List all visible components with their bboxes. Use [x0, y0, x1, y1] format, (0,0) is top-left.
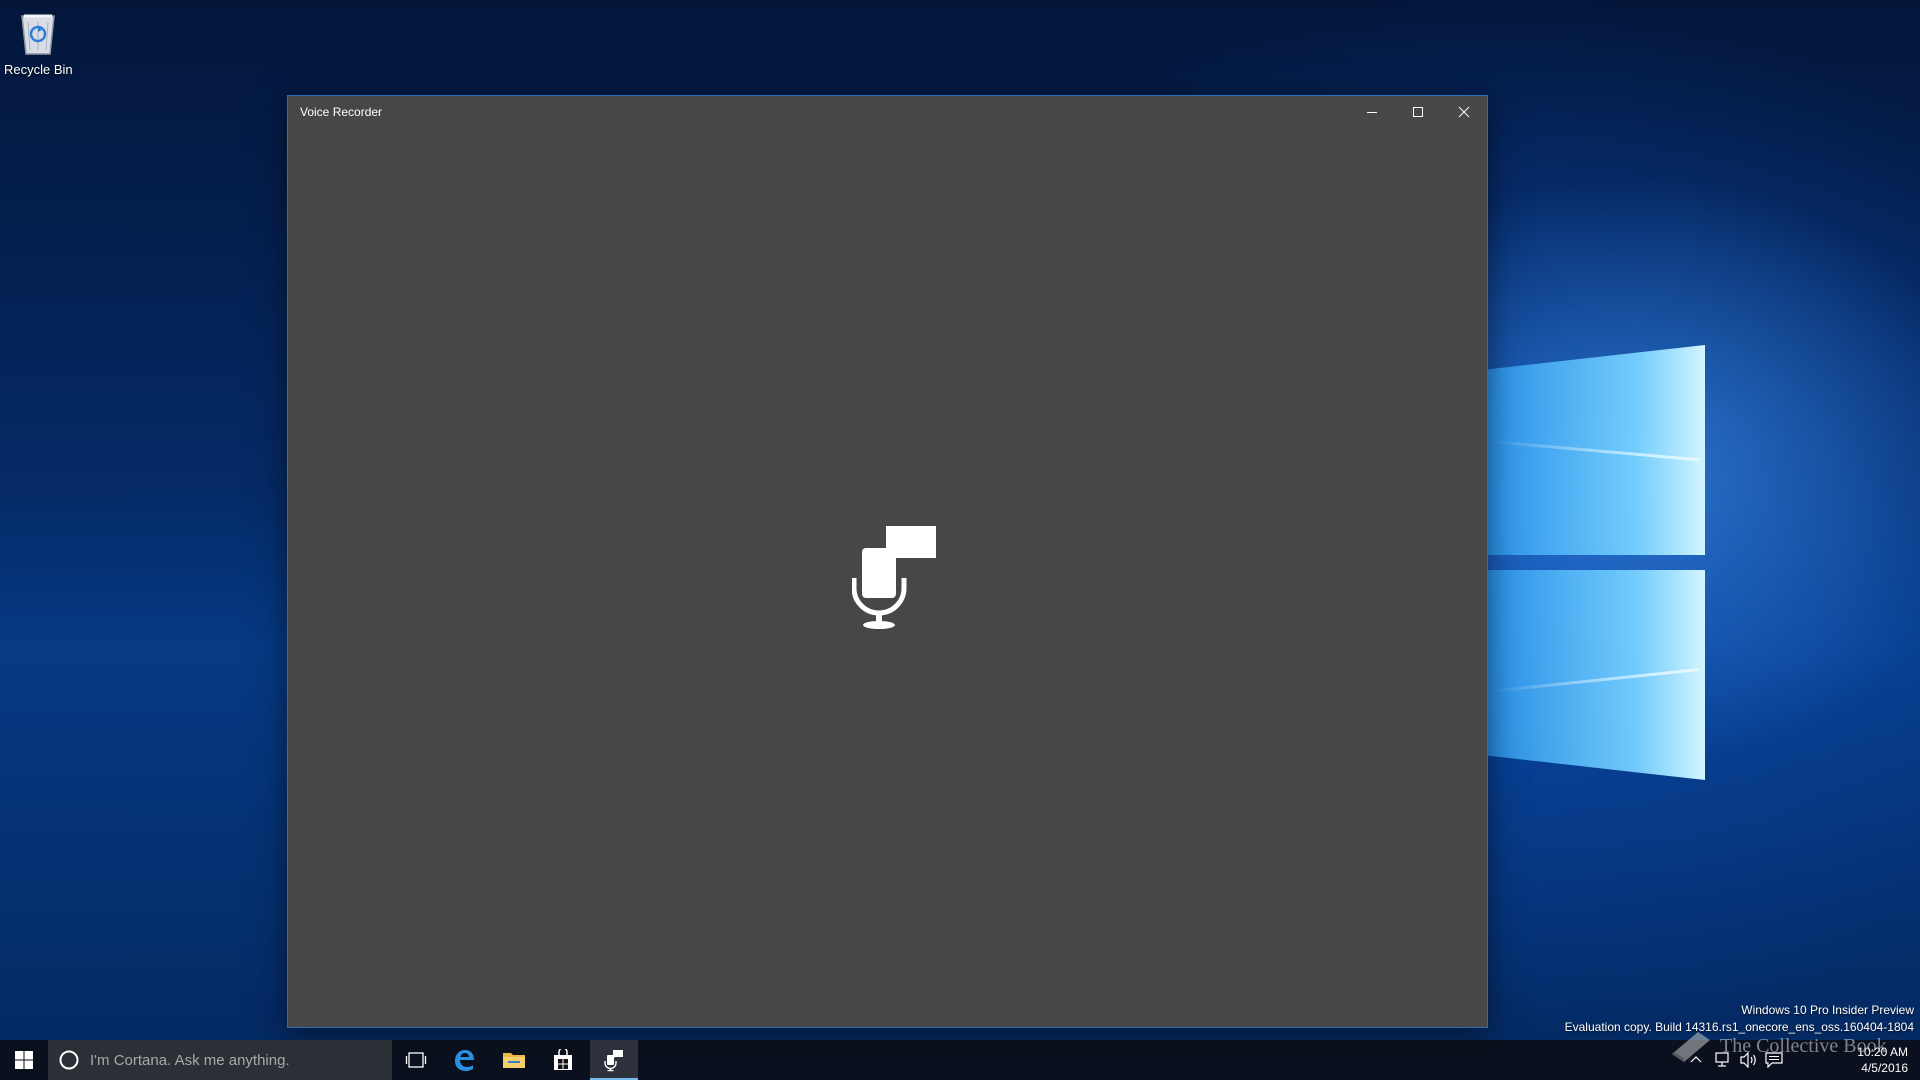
window-title: Voice Recorder	[300, 105, 383, 119]
windows-start-icon	[15, 1051, 33, 1069]
edge-button[interactable]	[440, 1040, 488, 1080]
watermark-edition: Windows 10 Pro Insider Preview	[1741, 1003, 1914, 1017]
maximize-icon	[1413, 107, 1423, 117]
recycle-bin-icon	[21, 14, 55, 55]
collective-book-text: The Collective Book	[1720, 1034, 1887, 1057]
collective-book-watermark: The Collective Book	[1668, 1028, 1887, 1064]
title-bar[interactable]: Voice Recorder	[288, 96, 1487, 128]
recycle-bin-label: Recycle Bin	[4, 62, 73, 77]
taskbar: I'm Cortana. Ask me anything. 10:20 AM 4…	[0, 1040, 1920, 1080]
minimize-button[interactable]	[1349, 96, 1395, 128]
minimize-icon	[1367, 112, 1377, 113]
close-icon	[1458, 106, 1470, 118]
task-view-icon	[405, 1052, 427, 1068]
voice-recorder-taskbar-button[interactable]	[590, 1040, 638, 1080]
search-placeholder: I'm Cortana. Ask me anything.	[90, 1051, 290, 1069]
cortana-icon	[59, 1050, 79, 1070]
file-explorer-button[interactable]	[490, 1040, 538, 1080]
maximize-button[interactable]	[1395, 96, 1441, 128]
edge-icon	[455, 1050, 474, 1071]
voice-recorder-icon	[604, 1050, 623, 1072]
store-button[interactable]	[539, 1040, 587, 1080]
book-logo-icon	[1672, 1032, 1710, 1062]
close-button[interactable]	[1441, 96, 1487, 128]
folder-icon	[503, 1053, 525, 1068]
cortana-search-box[interactable]: I'm Cortana. Ask me anything.	[48, 1040, 392, 1080]
desktop-icon-recycle-bin[interactable]: Recycle Bin	[4, 6, 73, 77]
start-button[interactable]	[0, 1040, 48, 1080]
voice-recorder-logo-icon	[852, 526, 936, 629]
desktop-background: Recycle Bin Voice Recorder Windows 10 Pr…	[0, 0, 1920, 1080]
windows-logo-pane-bottom	[1480, 570, 1705, 780]
task-view-button[interactable]	[392, 1040, 440, 1080]
store-icon	[554, 1049, 572, 1070]
voice-recorder-window[interactable]: Voice Recorder	[287, 95, 1488, 1028]
